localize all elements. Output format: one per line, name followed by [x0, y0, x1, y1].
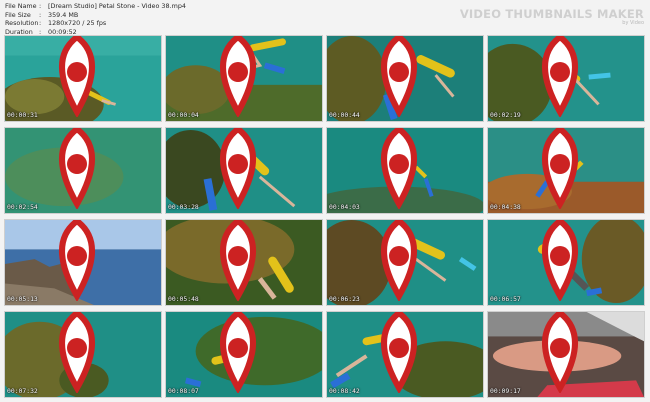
- thumbnail[interactable]: 00:02:54: [4, 127, 162, 214]
- studio-logo-icon: [220, 220, 256, 301]
- studio-logo-icon: [59, 220, 95, 301]
- thumbnail[interactable]: 00:09:17: [487, 311, 645, 398]
- studio-logo-icon: [220, 36, 256, 117]
- thumbnail[interactable]: 00:02:19: [487, 35, 645, 122]
- studio-logo-icon: [59, 128, 95, 209]
- studio-logo-icon: [220, 312, 256, 393]
- thumbnail[interactable]: 00:05:48: [165, 219, 323, 306]
- watermark: VIDEO THUMBNAILS MAKER by Video: [460, 7, 644, 26]
- thumbnail[interactable]: 00:08:42: [326, 311, 484, 398]
- thumbnail[interactable]: 00:06:57: [487, 219, 645, 306]
- thumbnail[interactable]: 00:04:38: [487, 127, 645, 214]
- thumbnail[interactable]: 00:05:13: [4, 219, 162, 306]
- file-size-label: File Size: [5, 10, 31, 19]
- file-name-value: [Dream Studio] Petal Stone - Video 38.mp…: [48, 2, 186, 10]
- file-size-row: File Size : 359.4 MB: [5, 11, 186, 20]
- thumbnail[interactable]: 00:00:44: [326, 35, 484, 122]
- studio-logo-icon: [220, 128, 256, 209]
- watermark-title: VIDEO THUMBNAILS MAKER: [459, 7, 644, 21]
- thumbnail-grid: 00:00:31 00:00:04 00:00:44 00:02:19 00:0…: [4, 35, 645, 398]
- studio-logo-icon: [59, 312, 95, 393]
- resolution-row: Resolution : 1280x720 / 25 fps: [5, 19, 186, 28]
- separator: :: [39, 2, 42, 10]
- thumbnail[interactable]: 00:00:04: [165, 35, 323, 122]
- studio-logo-icon: [381, 220, 417, 301]
- studio-logo-icon: [542, 128, 578, 209]
- studio-logo-icon: [542, 36, 578, 117]
- separator: :: [39, 10, 42, 19]
- thumbnail[interactable]: 00:08:07: [165, 311, 323, 398]
- studio-logo-icon: [542, 312, 578, 393]
- file-size-value: 359.4 MB: [48, 10, 79, 19]
- thumbnail[interactable]: 00:00:31: [4, 35, 162, 122]
- studio-logo-icon: [381, 312, 417, 393]
- thumbnail[interactable]: 00:04:03: [326, 127, 484, 214]
- resolution-value: 1280x720 / 25 fps: [48, 19, 107, 28]
- file-info: File Name : [Dream Studio] Petal Stone -…: [5, 2, 186, 36]
- studio-logo-icon: [381, 36, 417, 117]
- studio-logo-icon: [542, 220, 578, 301]
- thumbnail[interactable]: 00:03:28: [165, 127, 323, 214]
- thumbnail[interactable]: 00:06:23: [326, 219, 484, 306]
- studio-logo-icon: [59, 36, 95, 117]
- studio-logo-icon: [381, 128, 417, 209]
- file-name-label: File Name: [5, 2, 37, 10]
- file-name-row: File Name : [Dream Studio] Petal Stone -…: [5, 2, 186, 11]
- resolution-label: Resolution: [5, 19, 39, 28]
- thumbnail[interactable]: 00:07:32: [4, 311, 162, 398]
- separator: :: [39, 19, 42, 28]
